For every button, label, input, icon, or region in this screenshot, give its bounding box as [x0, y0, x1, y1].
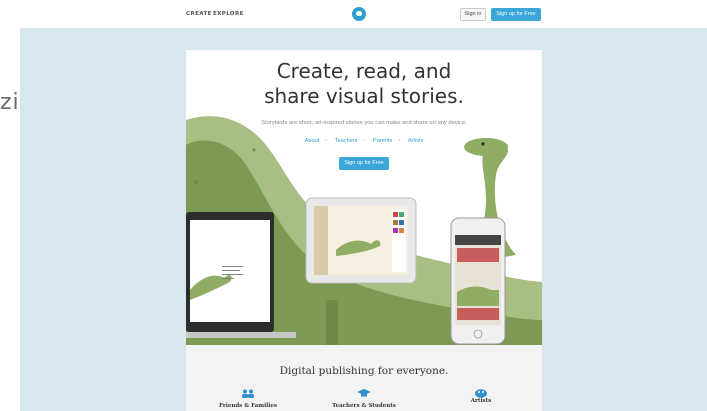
palette-icon: [475, 389, 487, 398]
hero-links: About • Teachers • Parents • Artists: [186, 138, 542, 144]
top-navigation-bar: CREATE EXPLORE Sign in Sign up for Free: [0, 0, 707, 28]
laptop-base: [186, 332, 296, 338]
hero-headline-line-2: share visual stories.: [264, 84, 464, 108]
tablet-thumb: [399, 228, 404, 233]
feature-teachers-students: Teachers & Students: [332, 403, 396, 409]
phone-banner: [457, 248, 499, 262]
dinosaur-leg: [306, 305, 320, 345]
nav-explore-link[interactable]: EXPLORE: [213, 11, 244, 17]
hero-headline-line-1: Create, read, and: [276, 59, 452, 83]
side-text-fragment: zi: [0, 90, 20, 115]
header-sign-up-button[interactable]: Sign up for Free: [491, 8, 541, 21]
bottom-title: Digital publishing for everyone.: [279, 365, 449, 377]
nav-create-link[interactable]: CREATE: [186, 11, 212, 17]
people-icon: [242, 389, 254, 398]
tablet-thumb: [399, 212, 404, 217]
link-separator: •: [325, 138, 328, 144]
tablet-art-panel: [392, 210, 406, 272]
phone-header: [455, 235, 501, 245]
laptop-screen-text: ▬▬▬▬▬▬▬ ▬▬▬▬▬▬ ▬▬▬▬▬▬▬ ▬▬▬▬: [222, 264, 243, 280]
link-parents[interactable]: Parents: [373, 138, 392, 144]
hero-sign-up-button[interactable]: Sign up for Free: [339, 157, 389, 170]
hero-tagline: Storybirds are short, art-inspired stori…: [261, 120, 467, 126]
feature-artists: Artists: [470, 398, 492, 404]
feature-friends-families: Friends & Families: [219, 403, 277, 409]
tablet-thumb: [399, 220, 404, 225]
sign-in-button[interactable]: Sign in: [460, 8, 486, 21]
link-about[interactable]: About: [305, 138, 320, 144]
landing-card: Create, read, and share visual stories. …: [186, 50, 542, 411]
phone-banner-bottom: [457, 308, 499, 320]
tablet-sidebar: [314, 206, 328, 275]
graduation-cap-icon: [357, 389, 371, 397]
decor-dot: [194, 180, 198, 184]
storybird-logo-icon[interactable]: [352, 7, 366, 21]
link-artists[interactable]: Artists: [408, 138, 424, 144]
tablet-thumb: [393, 228, 398, 233]
dinosaur-leg: [326, 300, 338, 345]
bottom-section: Digital publishing for everyone. Friends…: [186, 345, 542, 411]
link-teachers[interactable]: Teachers: [335, 138, 358, 144]
link-separator: •: [363, 138, 366, 144]
tablet-thumb: [393, 220, 398, 225]
link-separator: •: [398, 138, 401, 144]
tablet-thumb: [393, 212, 398, 217]
hero-headline: Create, read, and share visual stories.: [186, 59, 542, 109]
decor-dot: [252, 148, 256, 152]
